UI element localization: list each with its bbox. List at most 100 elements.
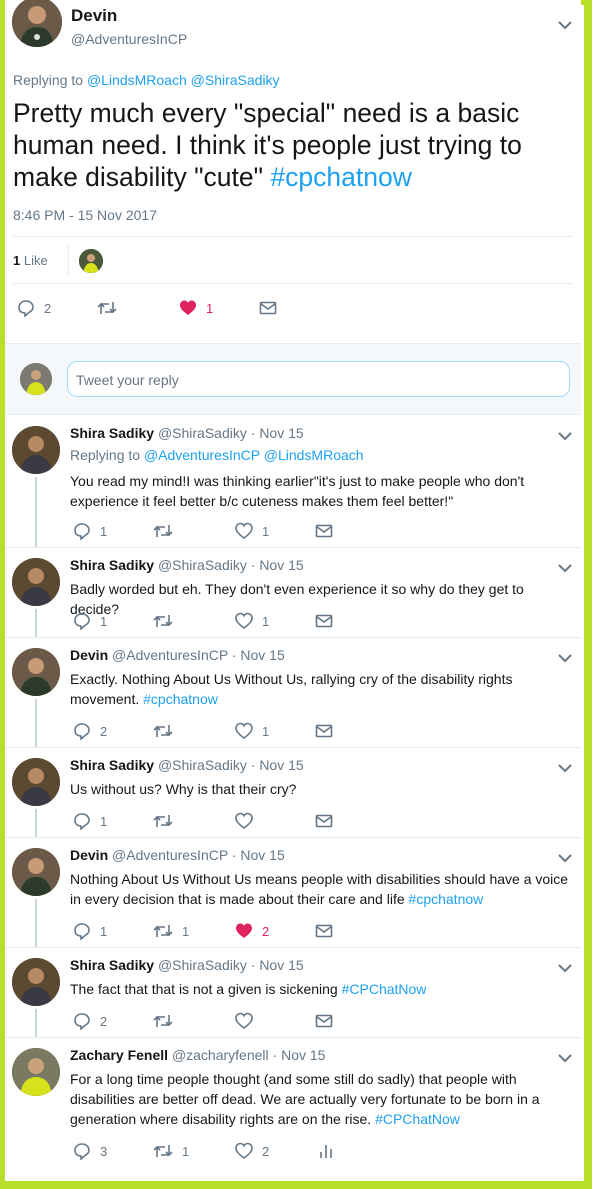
reply-tweet[interactable]: Shira Sadiky @ShiraSadiky · Nov 15 Replyi… bbox=[5, 415, 581, 548]
reply-button[interactable]: 2 bbox=[17, 298, 51, 318]
liker-avatar[interactable] bbox=[79, 249, 103, 273]
heart-filled-icon bbox=[235, 922, 253, 940]
avatar[interactable] bbox=[12, 848, 60, 896]
hashtag-link[interactable]: #cpchatnow bbox=[409, 891, 484, 907]
reply-button[interactable]: 1 bbox=[73, 811, 107, 831]
author-handle[interactable]: @AdventuresInCP bbox=[71, 31, 187, 47]
like-button[interactable]: 2 bbox=[235, 1141, 269, 1161]
dm-button[interactable] bbox=[315, 521, 333, 541]
reply-tweet[interactable]: Devin @AdventuresInCP · Nov 15 Nothing Ab… bbox=[5, 837, 581, 948]
hashtag-link[interactable]: #cpchatnow bbox=[270, 162, 411, 192]
author-handle[interactable]: @AdventuresInCP bbox=[112, 647, 228, 663]
reply-button[interactable]: 3 bbox=[73, 1141, 107, 1161]
chevron-down-icon[interactable] bbox=[557, 653, 573, 663]
mention-link[interactable]: @ShiraSadiky bbox=[191, 72, 280, 88]
reply-body: You read my mind!I was thinking earlier"… bbox=[70, 473, 525, 509]
like-button[interactable]: 1 bbox=[235, 521, 269, 541]
envelope-icon bbox=[315, 523, 333, 539]
mention-link[interactable]: @LindsMRoach bbox=[87, 72, 187, 88]
author-name[interactable]: Shira Sadiky bbox=[70, 557, 154, 573]
reply-tweet[interactable]: Shira Sadiky @ShiraSadiky · Nov 15 Us wit… bbox=[5, 747, 581, 838]
like-button[interactable]: 1 bbox=[235, 721, 269, 741]
reply-button[interactable]: 1 bbox=[73, 921, 107, 941]
reply-button[interactable]: 1 bbox=[73, 521, 107, 541]
reply-button[interactable]: 2 bbox=[73, 721, 107, 741]
reply-date[interactable]: Nov 15 bbox=[259, 757, 303, 773]
dm-button[interactable] bbox=[315, 721, 333, 741]
dm-button[interactable] bbox=[315, 611, 333, 631]
mention-link[interactable]: @AdventuresInCP bbox=[144, 447, 260, 463]
author-handle[interactable]: @zacharyfenell bbox=[172, 1047, 269, 1063]
dm-button[interactable] bbox=[259, 298, 277, 318]
like-button[interactable]: 1 bbox=[235, 611, 269, 631]
dm-button[interactable] bbox=[315, 921, 333, 941]
like-button[interactable] bbox=[235, 1011, 262, 1031]
chevron-down-icon[interactable] bbox=[557, 853, 573, 863]
avatar[interactable] bbox=[12, 558, 60, 606]
author-name[interactable]: Shira Sadiky bbox=[70, 425, 154, 441]
retweet-button[interactable] bbox=[153, 721, 182, 741]
author-name[interactable]: Devin bbox=[70, 647, 108, 663]
like-button[interactable] bbox=[235, 811, 262, 831]
avatar[interactable] bbox=[12, 758, 60, 806]
reply-date[interactable]: Nov 15 bbox=[259, 957, 303, 973]
avatar[interactable] bbox=[12, 648, 60, 696]
reply-header: Devin @AdventuresInCP · Nov 15 bbox=[70, 647, 285, 663]
reply-tweet[interactable]: Shira Sadiky @ShiraSadiky · Nov 15 Badly … bbox=[5, 547, 581, 638]
hashtag-link[interactable]: #CPChatNow bbox=[342, 981, 427, 997]
author-handle[interactable]: @ShiraSadiky bbox=[158, 957, 247, 973]
retweet-button[interactable] bbox=[153, 811, 182, 831]
dm-button[interactable] bbox=[315, 1011, 333, 1031]
current-user-avatar[interactable] bbox=[20, 363, 52, 395]
heart-icon bbox=[235, 1142, 253, 1160]
reply-tweet[interactable]: Shira Sadiky @ShiraSadiky · Nov 15 The fa… bbox=[5, 947, 581, 1038]
avatar[interactable] bbox=[12, 1048, 60, 1096]
retweet-button[interactable] bbox=[153, 521, 182, 541]
like-button[interactable]: 1 bbox=[179, 298, 213, 318]
analytics-button[interactable] bbox=[319, 1141, 333, 1161]
reply-input[interactable]: Tweet your reply bbox=[67, 361, 570, 397]
chevron-down-icon[interactable] bbox=[557, 763, 573, 773]
author-name[interactable]: Devin bbox=[71, 6, 117, 26]
author-handle[interactable]: @ShiraSadiky bbox=[158, 425, 247, 441]
reply-tweet[interactable]: Zachary Fenell @zacharyfenell · Nov 15 Fo… bbox=[5, 1037, 581, 1176]
like-button[interactable]: 2 bbox=[235, 921, 269, 941]
likes-count[interactable]: 1 Like bbox=[13, 253, 48, 268]
mention-link[interactable]: @LindsMRoach bbox=[264, 447, 364, 463]
likes-summary: 1 Like bbox=[13, 236, 573, 284]
author-handle[interactable]: @ShiraSadiky bbox=[158, 757, 247, 773]
avatar[interactable] bbox=[12, 426, 60, 474]
author-name[interactable]: Shira Sadiky bbox=[70, 757, 154, 773]
author-name[interactable]: Shira Sadiky bbox=[70, 957, 154, 973]
reply-date[interactable]: Nov 15 bbox=[281, 1047, 325, 1063]
author-handle[interactable]: @ShiraSadiky bbox=[158, 557, 247, 573]
retweet-button[interactable] bbox=[153, 1011, 182, 1031]
author-handle[interactable]: @AdventuresInCP bbox=[112, 847, 228, 863]
dm-button[interactable] bbox=[315, 811, 333, 831]
retweet-icon bbox=[153, 612, 173, 630]
author-name[interactable]: Zachary Fenell bbox=[70, 1047, 168, 1063]
chevron-down-icon[interactable] bbox=[557, 963, 573, 973]
chevron-down-icon[interactable] bbox=[557, 20, 573, 30]
hashtag-link[interactable]: #CPChatNow bbox=[375, 1111, 460, 1127]
chevron-down-icon[interactable] bbox=[557, 563, 573, 573]
chevron-down-icon[interactable] bbox=[557, 1053, 573, 1063]
retweet-button[interactable]: 1 bbox=[153, 921, 189, 941]
reply-date[interactable]: Nov 15 bbox=[259, 425, 303, 441]
avatar[interactable] bbox=[12, 958, 60, 1006]
hashtag-link[interactable]: #cpchatnow bbox=[143, 691, 218, 707]
reply-date[interactable]: Nov 15 bbox=[240, 847, 284, 863]
chevron-down-icon[interactable] bbox=[557, 431, 573, 441]
reply-date[interactable]: Nov 15 bbox=[240, 647, 284, 663]
author-name[interactable]: Devin bbox=[70, 847, 108, 863]
reply-button[interactable]: 2 bbox=[73, 1011, 107, 1031]
retweet-button[interactable] bbox=[153, 611, 182, 631]
reply-button[interactable]: 1 bbox=[73, 611, 107, 631]
retweet-button[interactable]: 1 bbox=[153, 1141, 189, 1161]
reply-icon bbox=[73, 812, 91, 830]
timestamp[interactable]: 8:46 PM - 15 Nov 2017 bbox=[13, 207, 157, 223]
retweet-button[interactable] bbox=[97, 298, 117, 318]
reply-tweet[interactable]: Devin @AdventuresInCP · Nov 15 Exactly. N… bbox=[5, 637, 581, 748]
reply-date[interactable]: Nov 15 bbox=[259, 557, 303, 573]
avatar[interactable] bbox=[12, 0, 62, 47]
